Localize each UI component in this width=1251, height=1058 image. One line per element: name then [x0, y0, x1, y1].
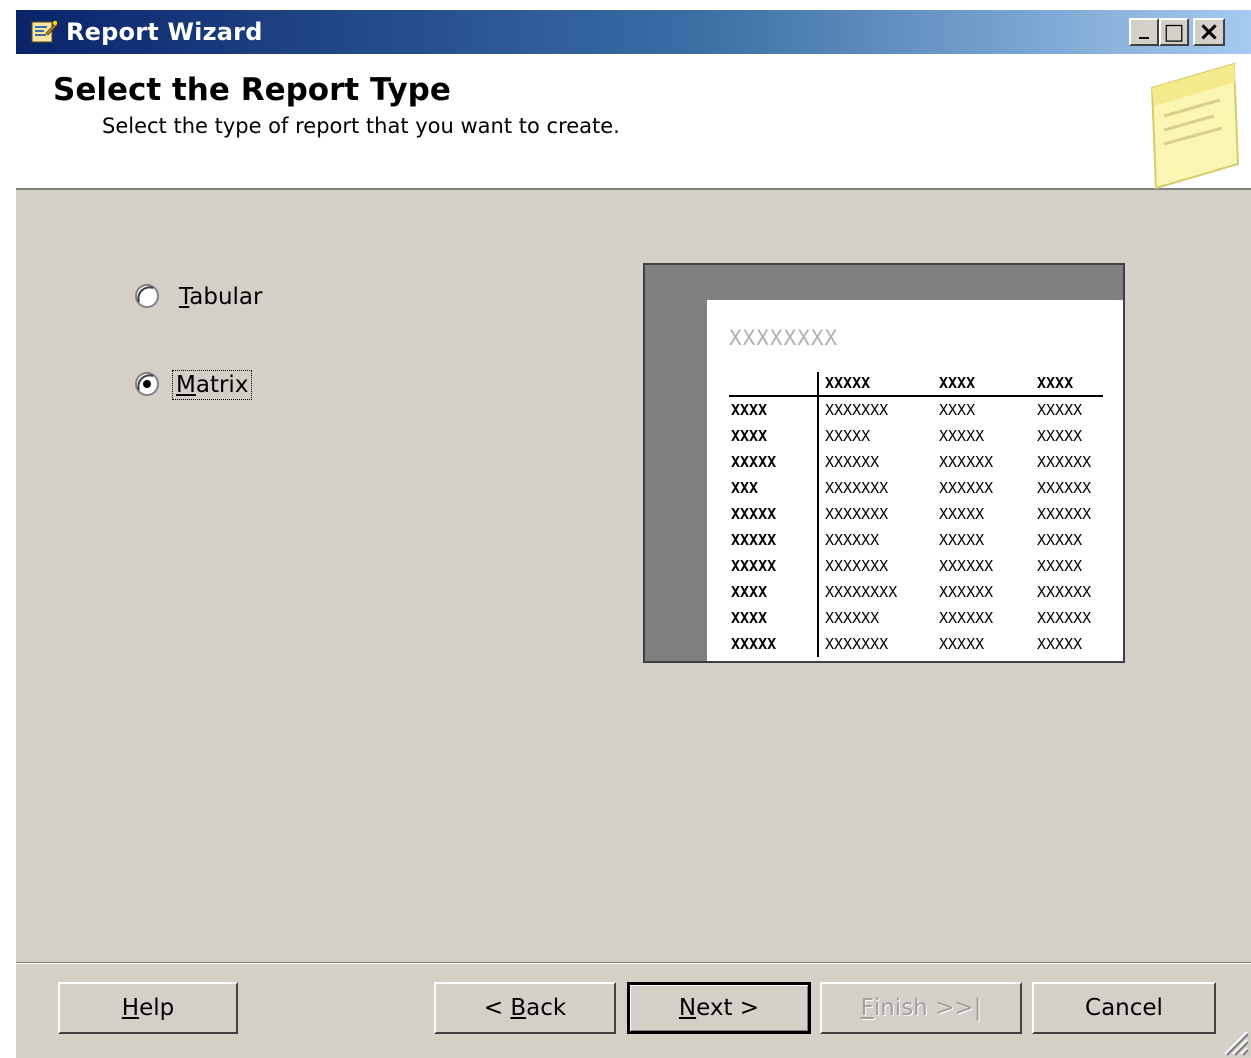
cancel-button[interactable]: Cancel [1032, 982, 1216, 1034]
preview-table-row: XXXXXXXXXXXXXXXXXXXXXXX [729, 501, 1103, 527]
help-access-key: H [121, 995, 140, 1021]
preview-cell: XXXXX [1037, 531, 1083, 549]
next-button-label: ext > [696, 995, 760, 1021]
preview-cell: XXXXXX [1037, 453, 1092, 471]
preview-page: XXXXXXXX XXXXX XXXX XXXX XXXX XXXXXXX XXXX… [707, 300, 1123, 661]
matrix-label[interactable]: Matrix [172, 370, 253, 400]
preview-table-row: XXXXXXXXXXXXXXXXXXXXXX [729, 605, 1103, 631]
preview-cell: XXXXXX [817, 527, 937, 553]
preview-cell: XXXXXX [939, 609, 994, 627]
preview-row-header: XXXXX [731, 531, 777, 549]
finish-access-key: F [860, 995, 874, 1021]
preview-table-row: XXXXX XXXXXX XXXXX XXXXX [729, 527, 1103, 553]
back-button-label: ack [526, 995, 567, 1021]
finish-button[interactable]: Finish >>| [820, 982, 1022, 1034]
maximize-button[interactable]: □ [1159, 18, 1189, 46]
matrix-label-text: atrix [195, 372, 249, 398]
preview-row-header: XXXXX [731, 635, 777, 653]
preview-cell: XXXXXX [1037, 609, 1092, 627]
preview-cell: XXXXXX [939, 453, 994, 471]
minimize-button[interactable]: _ [1129, 15, 1159, 46]
tabular-label[interactable]: Tabular [176, 283, 265, 311]
preview-cell: XXXXXXX [817, 631, 937, 657]
radio-tabular[interactable] [135, 284, 159, 308]
preview-cell: XXXXXXX [817, 553, 937, 579]
radio-matrix[interactable] [135, 372, 159, 396]
preview-column-header: XXXX [1035, 372, 1103, 397]
preview-cell: XXXXXX [1037, 583, 1092, 601]
preview-cell: XXXXXX [939, 479, 994, 497]
report-note-icon [1150, 62, 1240, 190]
preview-corner-cell [729, 372, 818, 397]
preview-cell: XXXXXX [1037, 479, 1092, 497]
preview-cell: XXXXXX [817, 605, 937, 631]
preview-cell: XXXXX [1037, 557, 1083, 575]
preview-cell: XXXXX [1037, 427, 1083, 445]
back-access-key: B [510, 995, 527, 1021]
preview-cell: XXXXX [817, 423, 937, 449]
preview-cell: XXXXXXX [817, 396, 937, 423]
tabular-access-key: T [179, 284, 190, 310]
report-wizard-window: Report Wizard _ □ × Select the Report Ty… [16, 10, 1251, 1058]
preview-table-row: XXXXXXXXXXXXXXXXXXXXXXX [729, 449, 1103, 475]
back-button[interactable]: < Back [434, 982, 616, 1034]
resize-grip-icon[interactable] [1217, 1024, 1249, 1056]
help-button[interactable]: Help [58, 982, 238, 1034]
preview-cell: XXXXXXX [817, 475, 937, 501]
preview-cell: XXXX [939, 401, 976, 419]
radio-selected-dot [143, 380, 151, 388]
preview-row-header: XXXX [731, 401, 768, 419]
preview-table-row: XXXXXXXXXXXXXXXXXXXXXX [729, 475, 1103, 501]
preview-row-header: XXXXX [731, 557, 777, 575]
preview-column-header: XXXX [937, 372, 1035, 397]
preview-table-row: XXXX XXXXX XXXXX XXXXX [729, 423, 1103, 449]
preview-cell: XXXXX [1037, 401, 1083, 419]
finish-button-label: inish >>| [873, 995, 982, 1021]
report-wizard-app-icon [31, 20, 58, 43]
window-title: Report Wizard [66, 18, 263, 46]
preview-cell: XXXXXXXX [817, 579, 937, 605]
maximize-icon: □ [1163, 19, 1185, 45]
preview-cell: XXXXX [939, 427, 985, 445]
wizard-header: Select the Report Type Select the type o… [16, 54, 1251, 190]
preview-table-row: XXXXXXXXXXXXXXXXXXXXXX [729, 631, 1103, 657]
close-icon: × [1198, 17, 1220, 47]
preview-cell: XXXXXXX [817, 501, 937, 527]
preview-cell: XXXXX [939, 505, 985, 523]
preview-row-header: XXXXX [731, 453, 777, 471]
button-area-separator [16, 962, 1251, 964]
preview-cell: XXXXXX [1037, 505, 1092, 523]
preview-header-row: XXXXX XXXX XXXX [729, 372, 1103, 397]
preview-row-header: XXXX [731, 583, 768, 601]
preview-row-header: XXXX [731, 609, 768, 627]
preview-row-header: XXXXX [731, 505, 777, 523]
preview-table-row: XXXX XXXXXXX XXXX XXXXX [729, 396, 1103, 423]
page-title: Select the Report Type [53, 72, 451, 108]
preview-table-row: XXXXXXXXXXXXXXXXXXXXXXX [729, 553, 1103, 579]
title-bar[interactable]: Report Wizard _ □ × [16, 10, 1251, 54]
tabular-label-text: abular [189, 284, 263, 310]
preview-cell: XXXXXX [939, 557, 994, 575]
matrix-access-key: M [176, 372, 196, 398]
help-button-label: elp [139, 995, 175, 1021]
preview-row-header: XXX [731, 479, 759, 497]
preview-report-title: XXXXXXXX [729, 326, 839, 350]
close-button[interactable]: × [1193, 18, 1225, 46]
preview-cell: XXXXXX [939, 583, 994, 601]
preview-row-header: XXXX [731, 427, 768, 445]
preview-cell: XXXXX [939, 635, 985, 653]
preview-column-header: XXXXX [817, 372, 937, 397]
next-button[interactable]: Next > [627, 982, 811, 1034]
page-subtitle: Select the type of report that you want … [102, 114, 620, 138]
back-button-prefix: < [483, 995, 511, 1021]
preview-cell: XXXXX [939, 531, 985, 549]
preview-cell: XXXXXX [817, 449, 937, 475]
preview-table-row: XXXX XXXXXXXX XXXXXX XXXXXX [729, 579, 1103, 605]
preview-cell: XXXXX [1037, 635, 1083, 653]
report-type-preview: XXXXXXXX XXXXX XXXX XXXX XXXX XXXXXXX XXXX… [643, 263, 1125, 663]
next-access-key: N [678, 995, 697, 1021]
minimize-icon: _ [1139, 15, 1149, 39]
preview-matrix-table: XXXXX XXXX XXXX XXXX XXXXXXX XXXX XXXXX XXX… [729, 372, 1103, 657]
